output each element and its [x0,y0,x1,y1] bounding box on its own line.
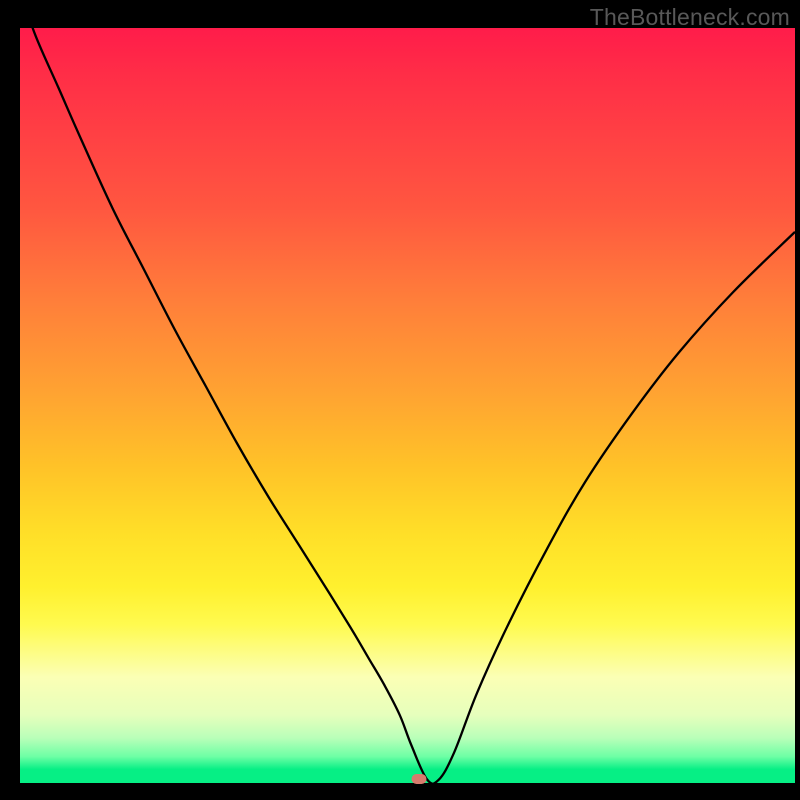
bottleneck-curve [20,28,795,783]
plot-area [20,28,795,783]
chart-frame: TheBottleneck.com [0,0,800,800]
optimum-marker [412,774,427,784]
watermark-label: TheBottleneck.com [590,4,790,31]
